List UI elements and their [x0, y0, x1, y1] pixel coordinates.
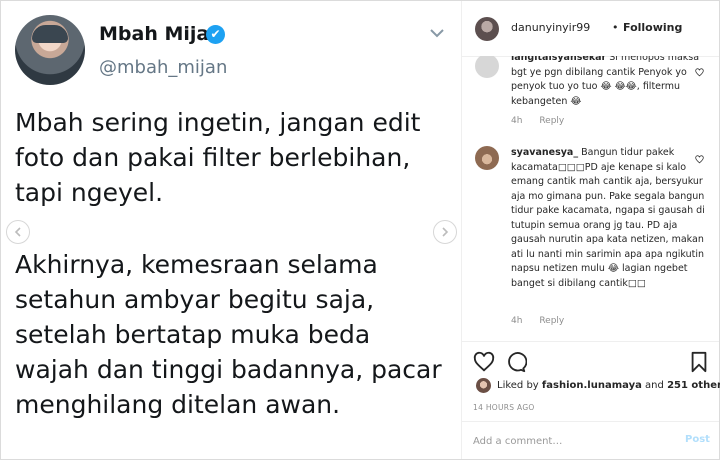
post-comment-button[interactable]: Post	[685, 434, 710, 445]
likes-and: and	[645, 380, 664, 391]
next-media-button[interactable]	[433, 220, 457, 244]
post-actions: Liked by fashion.lunamaya and 251 others…	[462, 341, 720, 422]
post-timestamp[interactable]: 14 HOURS AGO	[473, 403, 535, 412]
liker-avatar[interactable]	[476, 378, 491, 393]
commenter-username[interactable]: syavanesya_	[511, 147, 578, 158]
reply-button[interactable]: Reply	[539, 116, 564, 126]
tweet-avatar	[15, 15, 85, 85]
comment-meta: 4h Reply	[511, 316, 578, 326]
commenter-username[interactable]: langitaisyahsekar	[511, 56, 606, 63]
add-comment-bar: Post	[462, 421, 719, 460]
previous-media-button[interactable]	[6, 220, 30, 244]
tweet-text-paragraph: Akhirnya, kemesraan selama setahun ambya…	[15, 250, 442, 419]
tweet-text-paragraph: Mbah sering ingetin, jangan edit foto da…	[15, 108, 421, 207]
tweet-author-handle: @mbah_mijan	[99, 57, 228, 78]
chevron-left-icon	[14, 227, 21, 237]
post-header: danunyinyir99 • Following	[462, 1, 719, 57]
comment-body: Bangun tidur pakek kacamata□□□PD aje ken…	[511, 147, 705, 289]
post-sidebar: danunyinyir99 • Following langitaisyahse…	[462, 1, 720, 460]
header-separator: •	[612, 21, 619, 34]
heart-icon[interactable]	[473, 351, 495, 373]
reply-button[interactable]: Reply	[539, 316, 564, 326]
liker-username[interactable]: fashion.lunamaya	[542, 380, 642, 391]
likes-summary: Liked by fashion.lunamaya and 251 others	[497, 380, 720, 391]
chevron-right-icon	[442, 227, 449, 237]
verified-badge-icon: ✔	[206, 25, 225, 44]
author-avatar[interactable]	[475, 17, 499, 41]
author-username[interactable]: danunyinyir99	[511, 21, 590, 34]
instagram-post-window: Mbah Mijan ✔ @mbah_mijan Mbah sering ing…	[0, 0, 720, 460]
chevron-down-icon	[430, 29, 444, 38]
tweet-author-name: Mbah Mijan	[99, 23, 223, 45]
comment-text: syavanesya_ Bangun tidur pakek kacamata□…	[511, 146, 711, 291]
comment-age: 4h	[511, 316, 523, 326]
likes-prefix: Liked by	[497, 380, 539, 391]
commenter-avatar[interactable]	[475, 56, 499, 78]
commenter-avatar[interactable]	[475, 146, 499, 170]
comment-text: langitaisyahsekar Si menopos maksa bgt y…	[511, 56, 711, 109]
comment-like-icon[interactable]	[695, 155, 704, 164]
comments-list[interactable]: langitaisyahsekar Si menopos maksa bgt y…	[462, 56, 719, 341]
following-button[interactable]: Following	[623, 21, 682, 34]
comment-like-icon[interactable]	[695, 68, 704, 77]
comment-meta: 4h Reply	[511, 116, 578, 126]
comment-icon[interactable]	[505, 351, 527, 373]
bookmark-icon[interactable]	[688, 351, 710, 373]
post-media[interactable]: Mbah Mijan ✔ @mbah_mijan Mbah sering ing…	[1, 1, 462, 459]
comment-body: Si menopos maksa bgt ye pgn dibilang can…	[511, 56, 700, 107]
comment-age: 4h	[511, 116, 523, 126]
likes-others-link[interactable]: 251 others	[667, 380, 720, 391]
add-comment-input[interactable]	[473, 431, 663, 451]
